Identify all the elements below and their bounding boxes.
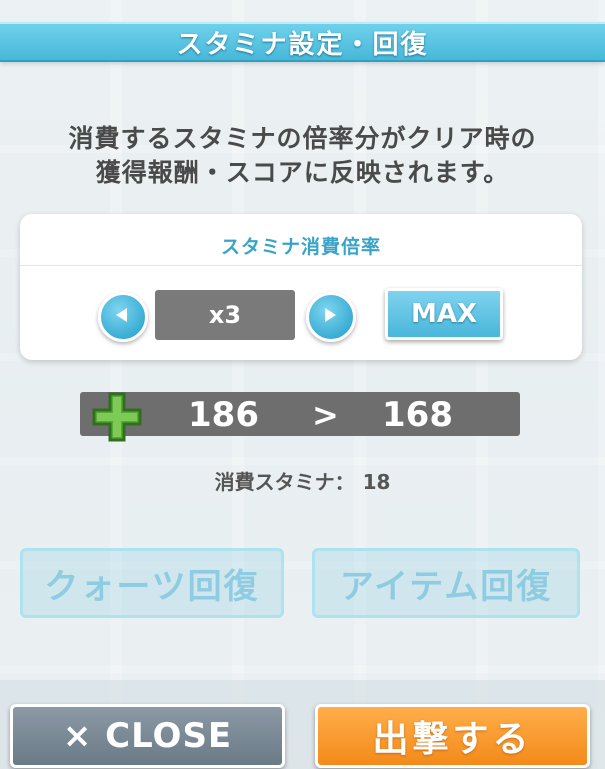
multiplier-panel: スタミナ消費倍率 x3 MAX (20, 214, 582, 360)
close-button[interactable]: × CLOSE (10, 704, 285, 768)
chevron-left-icon (116, 308, 127, 322)
dialog-title: スタミナ設定・回復 (176, 29, 429, 60)
stamina-consumption: 消費スタミナ： 18 (0, 466, 605, 495)
plus-icon (92, 392, 142, 442)
stamina-bar (80, 392, 520, 436)
consume-value: 18 (362, 470, 391, 494)
chevron-right-icon (325, 308, 336, 322)
decrease-multiplier-button[interactable] (98, 292, 148, 342)
consume-label: 消費スタミナ： (214, 470, 355, 494)
description-line-1: 消費するスタミナの倍率分がクリア時の (68, 124, 537, 153)
stamina-after: 168 (382, 395, 453, 435)
multiplier-value: x3 (155, 290, 295, 340)
dim-overlay (0, 0, 605, 769)
max-button[interactable]: MAX (385, 288, 503, 340)
description-line-2: 獲得報酬・スコアに反映されます。 (95, 158, 510, 187)
stamina-current: 186 (188, 395, 259, 435)
title-banner: スタミナ設定・回復 (0, 22, 605, 62)
quartz-recover-button[interactable]: クォーツ回復 (20, 548, 284, 618)
panel-divider (20, 265, 582, 266)
description: 消費するスタミナの倍率分がクリア時の 獲得報酬・スコアに反映されます。 (30, 122, 575, 190)
increase-multiplier-button[interactable] (306, 292, 356, 342)
multiplier-label: スタミナ消費倍率 (220, 236, 381, 258)
item-recover-button[interactable]: アイテム回復 (312, 548, 580, 618)
arrow-glyph: > (312, 396, 339, 434)
sortie-button[interactable]: 出撃する (315, 704, 590, 768)
